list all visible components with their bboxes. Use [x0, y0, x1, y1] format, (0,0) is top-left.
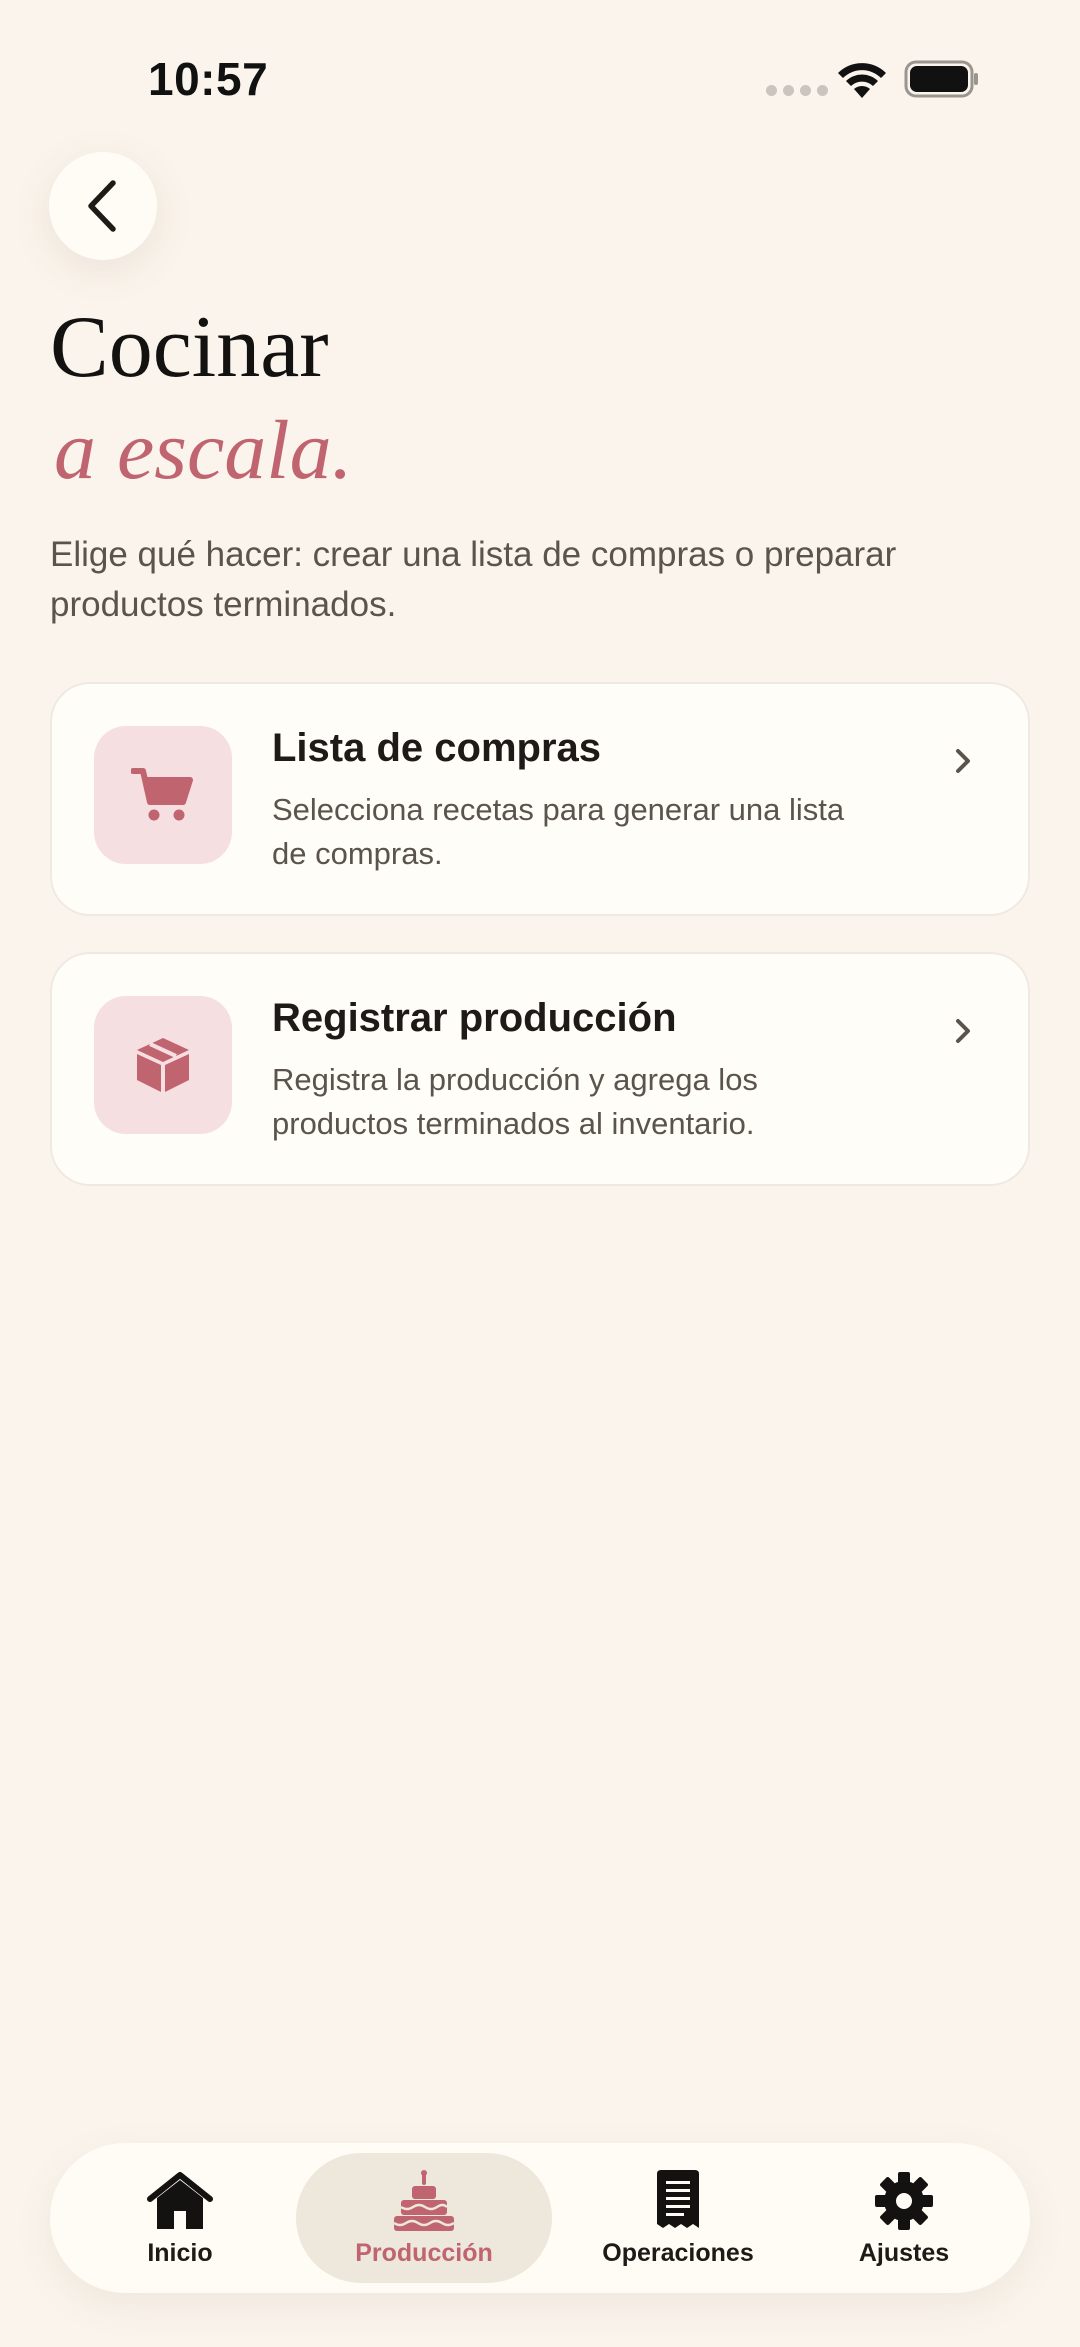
cellular-signal-icon — [766, 85, 828, 96]
chevron-left-icon — [88, 180, 116, 232]
card-title: Lista de compras — [272, 726, 602, 770]
page-subtitle: Elige qué hacer: crear una lista de comp… — [50, 535, 897, 624]
cart-icon-tile — [94, 726, 232, 864]
tab-operaciones[interactable]: Operaciones — [568, 2153, 788, 2283]
battery-icon — [904, 60, 978, 98]
status-bar: 10:57 — [0, 0, 1080, 150]
tab-bar: Inicio Producción Operaciones Ajustes — [50, 2143, 1030, 2293]
home-icon — [147, 2171, 213, 2229]
chevron-right-icon — [956, 1019, 970, 1043]
tab-ajustes[interactable]: Ajustes — [804, 2153, 1004, 2283]
wifi-icon — [838, 63, 886, 98]
box-icon-tile — [94, 996, 232, 1134]
box-icon — [137, 1038, 189, 1092]
tab-inicio[interactable]: Inicio — [80, 2153, 280, 2283]
tab-label: Producción — [355, 2238, 493, 2267]
tab-label: Inicio — [147, 2238, 213, 2267]
back-button[interactable] — [49, 152, 157, 260]
register-production-card[interactable]: Registrar producción Registra la producc… — [50, 952, 1030, 1186]
status-time: 10:57 — [148, 53, 269, 105]
card-description: Selecciona recetas para generar una list… — [272, 792, 845, 871]
chevron-right-icon — [956, 749, 970, 773]
tab-produccion[interactable]: Producción — [296, 2153, 552, 2283]
gear-icon — [875, 2171, 933, 2230]
cart-icon — [131, 768, 193, 821]
tab-label: Operaciones — [602, 2238, 754, 2267]
cake-icon — [393, 2169, 455, 2231]
card-description: Registra la producción y agrega los prod… — [272, 1062, 758, 1141]
page-title: Cocinar — [50, 299, 329, 396]
page-title-accent: a escala. — [54, 404, 353, 497]
receipt-icon — [657, 2169, 699, 2228]
shopping-list-card[interactable]: Lista de compras Selecciona recetas para… — [50, 682, 1030, 916]
tab-label: Ajustes — [858, 2238, 950, 2267]
card-title: Registrar producción — [272, 996, 677, 1040]
